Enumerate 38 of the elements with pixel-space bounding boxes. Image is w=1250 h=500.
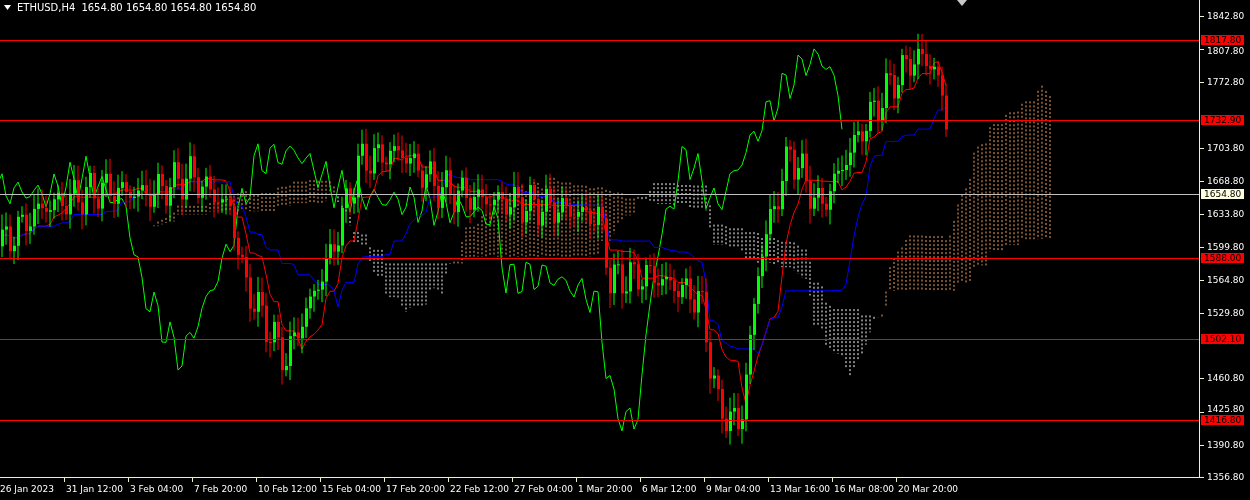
price-axis-label: 1807.80 [1207, 46, 1245, 56]
price-level-label: 1502.10 [1201, 334, 1245, 344]
time-axis-label: 10 Feb 12:00 [258, 483, 318, 495]
time-axis-label: 3 Feb 04:00 [130, 483, 184, 495]
time-axis-label: 7 Feb 20:00 [194, 483, 248, 495]
price-axis-label: 1390.80 [1207, 440, 1245, 450]
price-axis-label: 1529.80 [1207, 308, 1245, 318]
symbol-label: ETHUSD,H4 [17, 2, 76, 13]
price-axis-label: 1772.80 [1207, 77, 1245, 87]
time-axis-label: 22 Feb 12:00 [450, 483, 510, 495]
price-axis-label: 1703.80 [1207, 143, 1245, 153]
time-axis-label: 20 Mar 20:00 [898, 483, 959, 495]
price-axis-label: 1460.80 [1207, 373, 1245, 383]
time-axis-label: 13 Mar 16:00 [770, 483, 831, 495]
ohlc-quotes: 1654.80 1654.80 1654.80 1654.80 [81, 2, 257, 13]
price-axis-label: 1842.80 [1207, 11, 1245, 21]
price-axis-label: 1633.80 [1207, 209, 1245, 219]
price-level-label: 1732.90 [1201, 115, 1245, 125]
price-level-label: 1817.80 [1201, 35, 1245, 45]
price-axis-label: 1356.80 [1207, 472, 1245, 482]
time-axis-label: 6 Mar 12:00 [642, 483, 697, 495]
time-axis-label: 9 Mar 04:00 [706, 483, 761, 495]
time-axis-label: 17 Feb 20:00 [386, 483, 446, 495]
time-axis-label: 15 Feb 04:00 [322, 483, 382, 495]
time-axis-label: 26 Jan 2023 [0, 483, 54, 495]
price-axis-label: 1425.80 [1207, 404, 1245, 414]
price-axis-label: 1668.80 [1207, 176, 1245, 186]
time-axis-label: 27 Feb 04:00 [514, 483, 574, 495]
price-level-label: 1416.80 [1201, 415, 1245, 425]
dropdown-triangle-icon[interactable] [4, 5, 11, 10]
chart-shift-icon[interactable] [957, 0, 967, 6]
time-axis-label: 31 Jan 12:00 [66, 483, 123, 495]
price-axis-label: 1599.80 [1207, 242, 1245, 252]
time-axis-label: 1 Mar 20:00 [578, 483, 633, 495]
price-axis-label: 1564.80 [1207, 275, 1245, 285]
time-axis-label: 16 Mar 08:00 [834, 483, 895, 495]
price-level-label: 1588.00 [1201, 253, 1245, 263]
price-level-label: 1654.80 [1201, 189, 1245, 199]
